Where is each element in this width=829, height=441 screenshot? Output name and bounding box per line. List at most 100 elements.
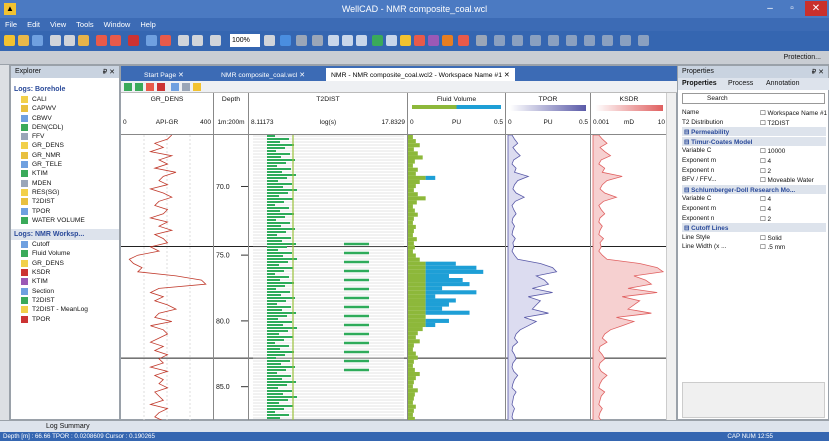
pan-icon[interactable] <box>312 35 323 46</box>
log-item[interactable]: GR_DENS <box>11 141 119 150</box>
gradient-icon[interactable] <box>442 35 453 46</box>
align-center-icon[interactable] <box>530 35 541 46</box>
maximize-button[interactable]: ▫ <box>781 1 803 16</box>
export-data-icon[interactable] <box>193 83 201 91</box>
property-group[interactable]: ⊟ Permeability <box>682 127 826 137</box>
vertical-scrollbar[interactable] <box>666 93 676 421</box>
properties-search-input[interactable]: Search <box>682 93 825 104</box>
tab-annotation[interactable]: Annotation <box>766 80 799 87</box>
property-row[interactable]: Line Width (x ... ☐ .5 mm <box>682 242 826 251</box>
copy-icon[interactable] <box>64 35 75 46</box>
find-icon[interactable] <box>146 35 157 46</box>
log-item[interactable]: T2DIST <box>11 197 119 206</box>
export-icon[interactable] <box>476 35 487 46</box>
refresh-icon[interactable] <box>171 83 179 91</box>
menu-file[interactable]: File <box>0 18 22 29</box>
property-value[interactable]: ☐ 10000 <box>760 147 785 155</box>
preview-icon[interactable] <box>192 35 203 46</box>
menu-window[interactable]: Window <box>99 18 136 29</box>
explorer-pin-close[interactable]: ₽ ✕ <box>103 68 115 76</box>
log-item[interactable]: Cutoff <box>11 240 119 249</box>
tab-process[interactable]: Process <box>728 80 753 87</box>
log-item[interactable]: DEN(CDL) <box>11 123 119 132</box>
log-item[interactable]: TPOR <box>11 207 119 216</box>
menu-edit[interactable]: Edit <box>22 18 45 29</box>
ungroup-icon[interactable] <box>620 35 631 46</box>
log-item[interactable]: T2DIST <box>11 296 119 305</box>
property-value[interactable]: ☐ .5 mm <box>760 243 785 251</box>
property-row[interactable]: T2 Distribution ☐ T2DIST <box>682 118 826 127</box>
undo-icon[interactable] <box>96 35 107 46</box>
protection-button[interactable]: Protection... <box>784 54 821 61</box>
tab-close-icon[interactable]: ✕ <box>299 72 305 79</box>
track-icon[interactable] <box>386 35 397 46</box>
property-value[interactable]: ☐ Solid <box>760 234 782 242</box>
paste-icon[interactable] <box>78 35 89 46</box>
page-setup-icon[interactable] <box>178 35 189 46</box>
property-row[interactable]: Variable C ☐ 4 <box>682 194 826 203</box>
borehole-logs-header[interactable]: Logs: Borehole <box>11 84 119 95</box>
menu-tools[interactable]: Tools <box>71 18 99 29</box>
property-row[interactable]: Exponent n ☐ 2 <box>682 166 826 175</box>
property-row[interactable]: Line Style ☐ Solid <box>682 233 826 242</box>
property-row[interactable]: Exponent m ☐ 4 <box>682 204 826 213</box>
anchor-icon[interactable] <box>400 35 411 46</box>
color-icon[interactable] <box>458 35 469 46</box>
log-item[interactable]: RES(SG) <box>11 188 119 197</box>
log-track[interactable] <box>591 135 668 421</box>
insert-column-icon[interactable] <box>328 35 339 46</box>
tab-properties[interactable]: Properties <box>682 80 717 87</box>
log-item[interactable]: Fluid Volume <box>11 249 119 258</box>
log-item[interactable]: GR_NMR <box>11 151 119 160</box>
help-icon[interactable] <box>280 35 291 46</box>
redo-icon[interactable] <box>110 35 121 46</box>
align-left-icon[interactable] <box>512 35 523 46</box>
settings-icon[interactable] <box>182 83 190 91</box>
tab-close-icon[interactable]: ✕ <box>504 72 510 79</box>
column-header[interactable]: GR_DENS 0 API-GR 400 <box>121 93 214 135</box>
log-track[interactable]: 70.0 75.0 80.0 85.0 <box>214 135 249 421</box>
property-row[interactable]: Exponent m ☐ 4 <box>682 156 826 165</box>
log-track[interactable] <box>506 135 591 421</box>
grid-icon[interactable] <box>356 35 367 46</box>
log-track[interactable] <box>408 135 506 421</box>
open-file-icon[interactable] <box>18 35 29 46</box>
log-track[interactable] <box>249 135 408 421</box>
property-group[interactable]: ⊟ Cutoff Lines <box>682 223 826 233</box>
column-header[interactable]: KSDR 0.001 mD 10 <box>591 93 668 135</box>
log-item[interactable]: CAPWV <box>11 104 119 113</box>
property-value[interactable]: ☐ 2 <box>760 167 771 175</box>
minimize-button[interactable]: – <box>759 1 781 16</box>
tab-workspace[interactable]: NMR - NMR composite_coal.wcl2 - Workspac… <box>326 68 515 81</box>
new-file-icon[interactable] <box>4 35 15 46</box>
log-item[interactable]: T2DIST - MeanLog <box>11 305 119 314</box>
insert-row-icon[interactable] <box>342 35 353 46</box>
close-button[interactable]: ✕ <box>805 1 827 16</box>
arrange-icon[interactable] <box>584 35 595 46</box>
column-header[interactable]: T2DIST 8.11173 log(s) 17.8329 <box>249 93 408 135</box>
tab-start-page[interactable]: Start Page ✕ <box>139 68 189 81</box>
property-value[interactable]: ☐ 4 <box>760 195 771 203</box>
menu-view[interactable]: View <box>45 18 71 29</box>
remove-icon[interactable] <box>157 83 165 91</box>
log-item[interactable]: FFV <box>11 132 119 141</box>
workspace-logs-header[interactable]: Logs: NMR Worksp... <box>11 229 119 241</box>
property-value[interactable]: ☐ 4 <box>760 157 771 165</box>
log-item[interactable]: CALI <box>11 95 119 104</box>
cut-icon[interactable] <box>50 35 61 46</box>
tab-log-summary[interactable]: Log Summary <box>46 423 90 430</box>
log-item[interactable]: TPOR <box>11 315 119 324</box>
log-item[interactable]: KTIM <box>11 169 119 178</box>
property-group[interactable]: ⊟ Timur-Coates Model <box>682 136 826 146</box>
run-icon[interactable] <box>124 83 132 91</box>
stop-icon[interactable] <box>146 83 154 91</box>
delete-icon[interactable] <box>128 35 139 46</box>
log-item[interactable]: CBWV <box>11 114 119 123</box>
log-track[interactable] <box>121 135 214 421</box>
log-item[interactable]: GR_DENS <box>11 259 119 268</box>
align-right-icon[interactable] <box>548 35 559 46</box>
log-item[interactable]: WATER VOLUME <box>11 216 119 225</box>
log-icon[interactable] <box>372 35 383 46</box>
property-value[interactable]: ☐ T2DIST <box>760 119 789 127</box>
log-item[interactable]: GR_TELE <box>11 160 119 169</box>
